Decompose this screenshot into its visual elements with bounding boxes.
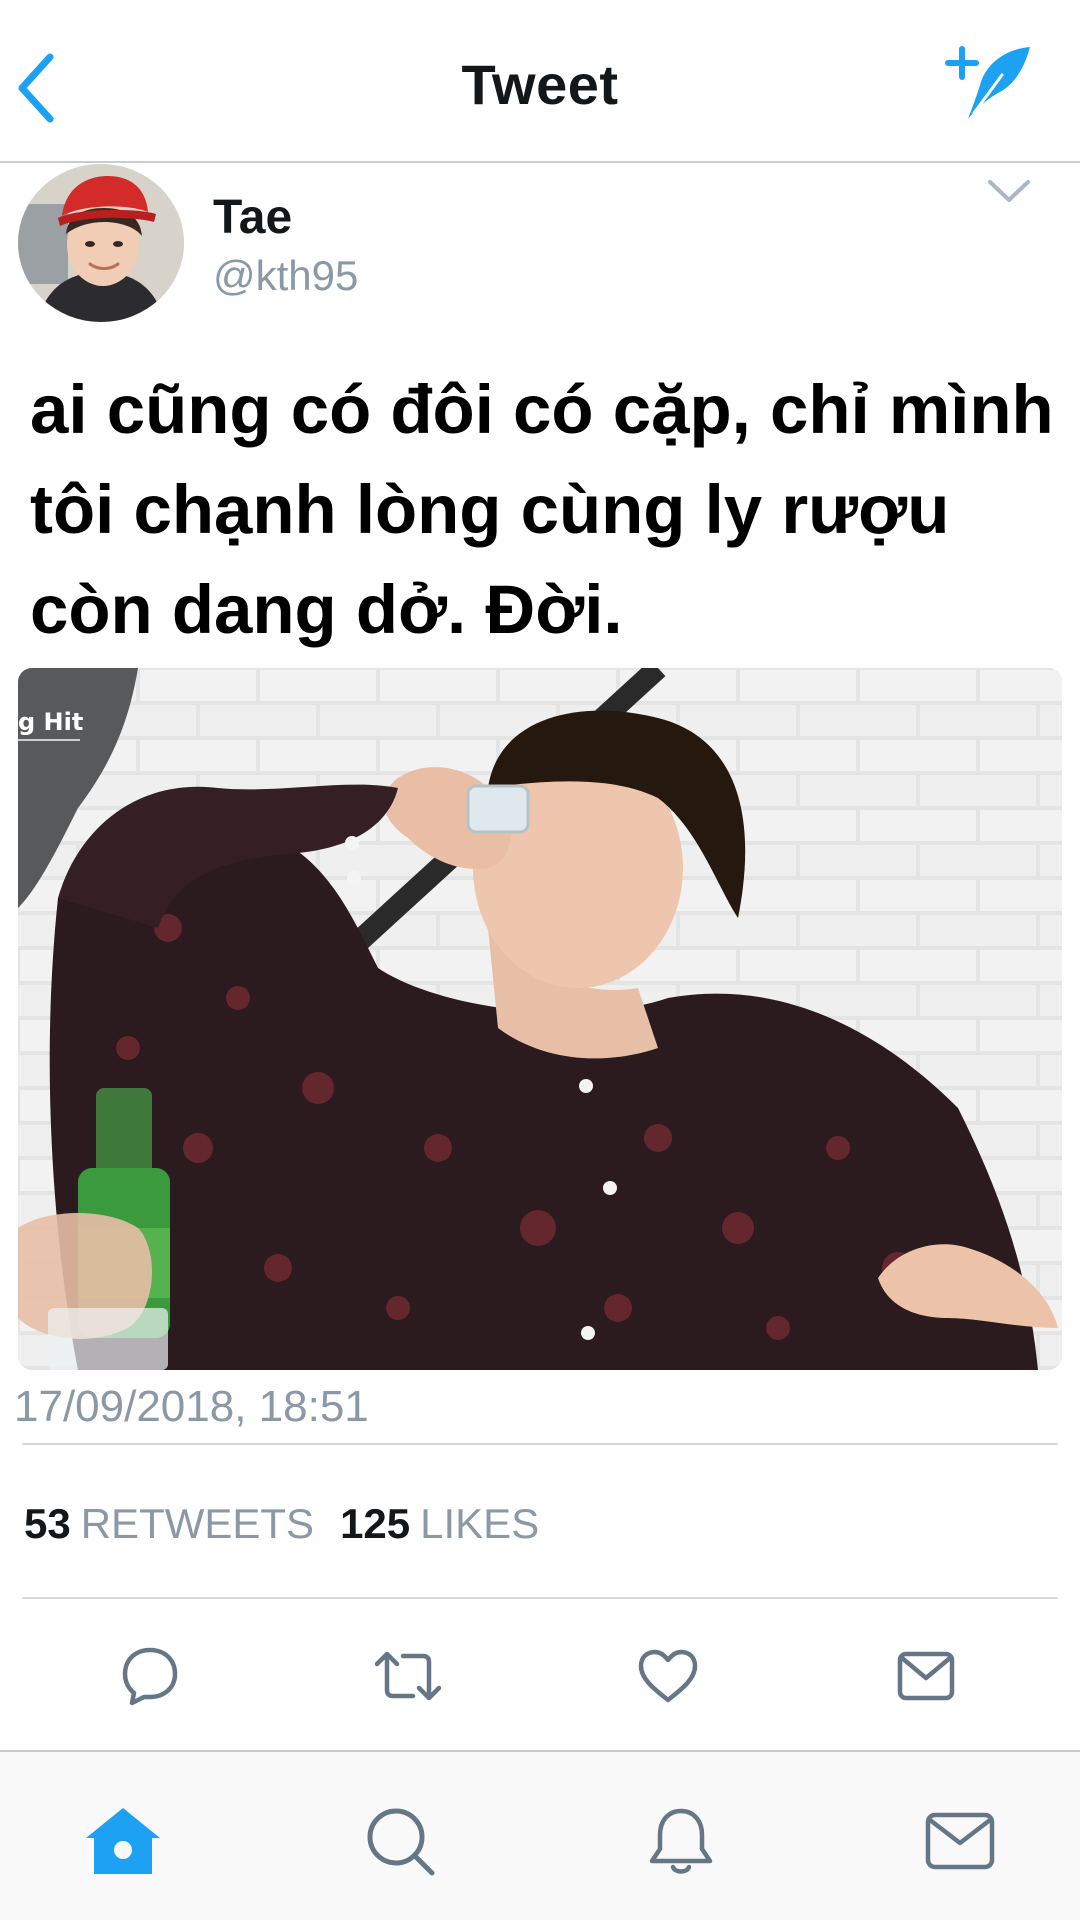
tweet-timestamp: 17/09/2018, 18:51 bbox=[14, 1382, 369, 1431]
svg-text:g Hit: g Hit bbox=[18, 708, 83, 736]
author-handle[interactable]: @kth95 bbox=[213, 252, 358, 300]
tweet-text: ai cũng có đôi có cặp, chỉ mình tôi chạn… bbox=[30, 371, 1054, 648]
avatar-photo bbox=[18, 164, 184, 322]
retweets-count[interactable]: 53 bbox=[24, 1500, 71, 1548]
search-icon bbox=[367, 1808, 435, 1876]
retweets-label[interactable]: RETWEETS bbox=[81, 1500, 314, 1548]
tweet-stats: 53 RETWEETS 125 LIKES bbox=[24, 1500, 565, 1548]
direct-message-button[interactable] bbox=[886, 1636, 966, 1716]
retweet-button[interactable] bbox=[368, 1636, 448, 1716]
avatar[interactable] bbox=[18, 164, 184, 322]
page-title: Tweet bbox=[461, 53, 619, 116]
messages-icon bbox=[925, 1812, 995, 1870]
navigation-header: Tweet bbox=[0, 0, 1080, 163]
direct-message-icon bbox=[897, 1651, 955, 1701]
notifications-icon bbox=[649, 1808, 713, 1874]
divider bbox=[22, 1597, 1058, 1599]
chevron-down-icon bbox=[988, 180, 1030, 202]
like-icon bbox=[638, 1649, 698, 1703]
tab-messages[interactable] bbox=[915, 1796, 1005, 1886]
reply-icon bbox=[122, 1647, 178, 1706]
home-icon bbox=[86, 1808, 160, 1874]
compose-tweet-icon bbox=[945, 46, 1030, 119]
retweet-icon bbox=[374, 1651, 442, 1701]
tab-notifications[interactable] bbox=[636, 1796, 726, 1886]
likes-count[interactable]: 125 bbox=[340, 1500, 410, 1548]
compose-tweet-button[interactable] bbox=[940, 38, 1040, 128]
tweet-options-button[interactable] bbox=[974, 168, 1044, 214]
like-button[interactable] bbox=[628, 1636, 708, 1716]
divider bbox=[22, 1443, 1058, 1445]
author-name[interactable]: Tae bbox=[213, 190, 292, 245]
tab-home[interactable] bbox=[78, 1796, 168, 1886]
tab-search[interactable] bbox=[355, 1796, 445, 1886]
likes-label[interactable]: LIKES bbox=[420, 1500, 539, 1548]
media-photo: g Hit bbox=[18, 668, 1062, 1370]
reply-button[interactable] bbox=[110, 1636, 190, 1716]
tweet-media-image[interactable]: g Hit bbox=[18, 668, 1062, 1370]
bottom-tab-bar bbox=[0, 1750, 1080, 1920]
